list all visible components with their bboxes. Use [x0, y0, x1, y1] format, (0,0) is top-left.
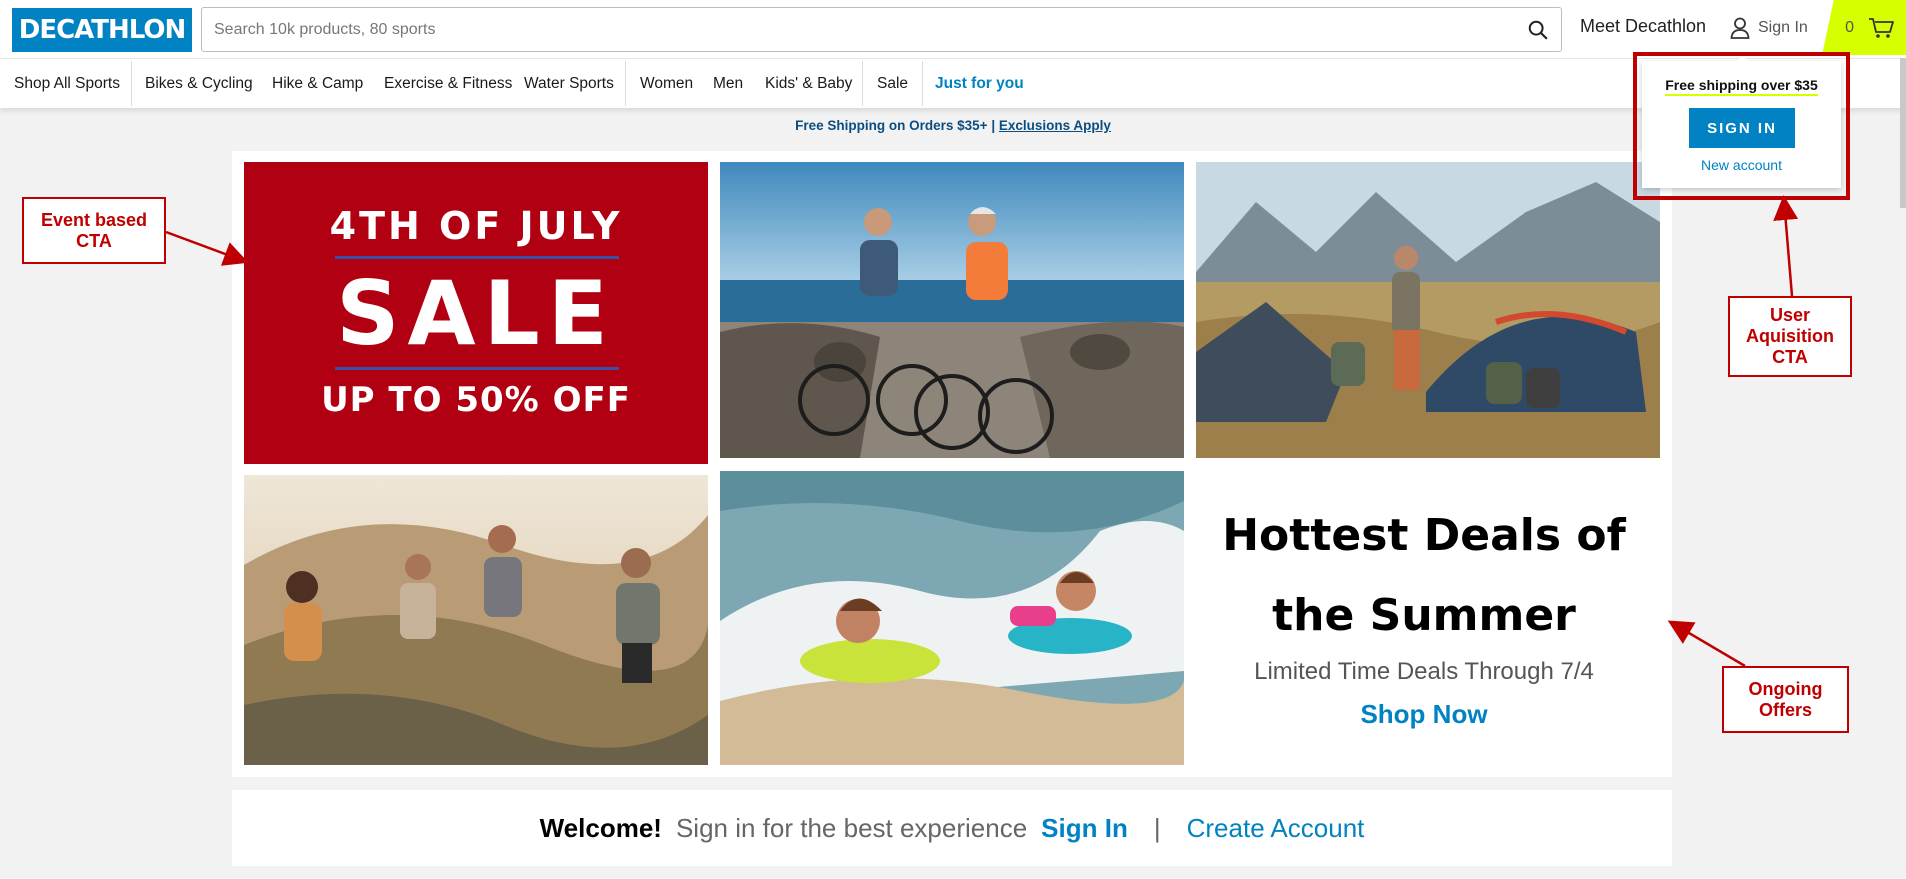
bodyboard-photo[interactable] — [720, 471, 1184, 765]
bodyboard-image — [720, 471, 1184, 765]
cycling-photo[interactable] — [720, 162, 1184, 458]
decathlon-logo[interactable]: DECATHLON — [12, 8, 192, 52]
nav-exercise-fitness[interactable]: Exercise & Fitness — [384, 59, 512, 108]
shipping-text: Free Shipping on Orders $35+ — [795, 118, 988, 133]
shipping-separator: | — [991, 118, 996, 133]
site-header: DECATHLON Meet Decathlon Sign In 0 — [0, 0, 1906, 58]
hottest-deals-title: Hottest Deals of the Summer — [1222, 510, 1626, 641]
nav-kids-baby[interactable]: Kids' & Baby — [765, 59, 852, 108]
search-bar — [201, 7, 1562, 52]
main-nav: Shop All Sports Bikes & Cycling Hike & C… — [0, 58, 1906, 108]
cart-button[interactable]: 0 — [1822, 0, 1906, 55]
july-sale-tile[interactable]: 4TH OF JULY SALE UP TO 50% OFF — [244, 162, 708, 464]
hero-grid: 4TH OF JULY SALE UP TO 50% OFF Hottest D… — [232, 151, 1672, 777]
sale-title-line3: UP TO 50% OFF — [321, 380, 631, 420]
nav-hike-camp[interactable]: Hike & Camp — [272, 59, 363, 108]
nav-shop-all-sports[interactable]: Shop All Sports — [14, 59, 120, 108]
sale-title-line1: 4TH OF JULY — [329, 204, 623, 248]
sale-title-line2: SALE — [336, 262, 616, 365]
header-signin-label: Sign In — [1758, 19, 1808, 36]
sale-divider — [335, 256, 619, 259]
welcome-signin-link[interactable]: Sign In — [1041, 813, 1128, 844]
welcome-greeting: Welcome! — [539, 812, 662, 843]
cart-count: 0 — [1845, 18, 1854, 36]
nav-men[interactable]: Men — [713, 59, 743, 108]
create-account-link[interactable]: Create Account — [1187, 813, 1365, 844]
welcome-message: Sign in for the best experience — [675, 812, 1028, 843]
nav-divider — [862, 61, 863, 106]
hiking-image — [244, 475, 708, 765]
hiking-photo[interactable] — [244, 475, 708, 765]
nav-divider — [625, 61, 626, 106]
search-icon[interactable] — [1527, 19, 1549, 41]
annotation-ongoing-offers: Ongoing Offers — [1722, 666, 1849, 733]
cart-icon — [1869, 17, 1894, 38]
user-icon — [1730, 17, 1750, 39]
shipping-banner: Free Shipping on Orders $35+ | Exclusion… — [0, 118, 1906, 133]
deals-subtitle: Limited Time Deals Through 7/4 — [1254, 658, 1594, 685]
nav-divider — [131, 61, 132, 106]
camping-image — [1196, 162, 1660, 458]
nav-bikes-cycling[interactable]: Bikes & Cycling — [145, 59, 253, 108]
nav-sale[interactable]: Sale — [877, 59, 908, 108]
exclusions-link[interactable]: Exclusions Apply — [999, 118, 1111, 133]
scrollbar[interactable] — [1900, 58, 1906, 208]
meet-decathlon-link[interactable]: Meet Decathlon — [1580, 16, 1706, 37]
arrow-ongoing-offers — [1667, 620, 1746, 668]
search-input[interactable] — [214, 8, 1494, 51]
welcome-separator: | — [1153, 812, 1161, 843]
annotation-user-acquisition-cta: User Aquisition CTA — [1728, 296, 1852, 377]
shop-now-link[interactable]: Shop Now — [1196, 699, 1652, 730]
nav-women[interactable]: Women — [640, 59, 693, 108]
nav-just-for-you[interactable]: Just for you — [935, 59, 1024, 108]
annotation-frame — [1633, 52, 1850, 200]
nav-divider — [922, 61, 923, 106]
welcome-bar: Welcome! Sign in for the best experience… — [232, 790, 1672, 866]
cycling-image — [720, 162, 1184, 458]
nav-water-sports[interactable]: Water Sports — [524, 59, 614, 108]
annotation-event-cta: Event based CTA — [22, 197, 166, 264]
arrow-user-cta — [1773, 195, 1799, 297]
sale-divider — [335, 367, 619, 370]
camping-photo[interactable] — [1196, 162, 1660, 458]
header-signin[interactable]: Sign In — [1730, 14, 1808, 42]
